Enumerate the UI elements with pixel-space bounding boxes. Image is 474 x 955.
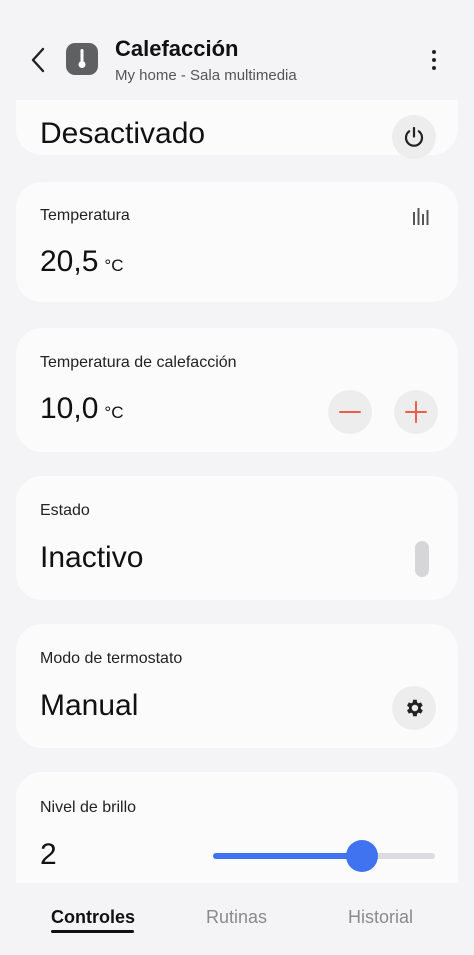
power-card: Desactivado bbox=[16, 100, 458, 159]
heating-setpoint-card: Temperatura de calefacción 10,0 °C bbox=[16, 328, 458, 452]
bottom-tab-bar: Controles Rutinas Historial bbox=[0, 883, 474, 955]
state-indicator bbox=[415, 541, 429, 577]
thermostat-settings-button[interactable] bbox=[392, 686, 436, 730]
temperature-unit: °C bbox=[104, 256, 124, 275]
tab-rutinas[interactable]: Rutinas bbox=[206, 907, 267, 928]
power-state-value: Desactivado bbox=[40, 117, 206, 150]
power-icon bbox=[404, 126, 424, 147]
controls-list[interactable]: Desactivado Temperatura 20,5 °C Temperatu… bbox=[0, 100, 474, 883]
temperature-label: Temperatura bbox=[40, 207, 130, 224]
brightness-card: Nivel de brillo 2 bbox=[16, 772, 458, 883]
tab-historial[interactable]: Historial bbox=[348, 907, 413, 928]
thermostat-mode-card[interactable]: Modo de termostato Manual bbox=[16, 624, 458, 748]
brightness-slider-thumb[interactable] bbox=[345, 840, 378, 872]
minus-icon bbox=[339, 411, 361, 413]
bar-chart-icon bbox=[413, 208, 429, 225]
state-value: Inactivo bbox=[40, 541, 144, 574]
state-card: Estado Inactivo bbox=[16, 476, 458, 600]
device-icon bbox=[66, 43, 98, 75]
temperature-card[interactable]: Temperatura 20,5 °C bbox=[16, 182, 458, 302]
gear-icon bbox=[407, 699, 423, 717]
tab-controles[interactable]: Controles bbox=[51, 907, 135, 928]
heating-setpoint-unit: °C bbox=[104, 403, 124, 422]
thermostat-mode-value: Manual bbox=[40, 689, 139, 722]
plus-icon bbox=[405, 401, 427, 423]
page-title: Calefacción bbox=[115, 36, 239, 61]
brightness-value: 2 bbox=[40, 838, 57, 871]
heating-setpoint-reading: 10,0 °C bbox=[40, 392, 123, 426]
brightness-slider-fill bbox=[213, 853, 362, 859]
history-chart-button[interactable] bbox=[412, 207, 432, 230]
brightness-slider[interactable] bbox=[213, 840, 435, 872]
thermometer-icon bbox=[78, 49, 86, 68]
heating-setpoint-label: Temperatura de calefacción bbox=[40, 354, 237, 371]
temperature-reading: 20,5 °C bbox=[40, 245, 123, 279]
state-label: Estado bbox=[40, 502, 90, 519]
more-options-button[interactable] bbox=[420, 44, 448, 76]
decrease-temperature-button[interactable] bbox=[328, 390, 372, 434]
app-header: Calefacción My home - Sala multimedia bbox=[0, 0, 474, 100]
page-subtitle: My home - Sala multimedia bbox=[115, 67, 297, 84]
heating-setpoint-value: 10,0 bbox=[40, 392, 99, 425]
power-button[interactable] bbox=[392, 115, 436, 159]
more-vertical-icon bbox=[432, 50, 436, 54]
chevron-left-icon bbox=[31, 47, 45, 73]
temperature-value: 20,5 bbox=[40, 245, 99, 278]
increase-temperature-button[interactable] bbox=[394, 390, 438, 434]
thermostat-mode-label: Modo de termostato bbox=[40, 650, 183, 667]
active-tab-indicator bbox=[51, 930, 134, 933]
brightness-label: Nivel de brillo bbox=[40, 799, 137, 816]
back-button[interactable] bbox=[24, 42, 52, 78]
